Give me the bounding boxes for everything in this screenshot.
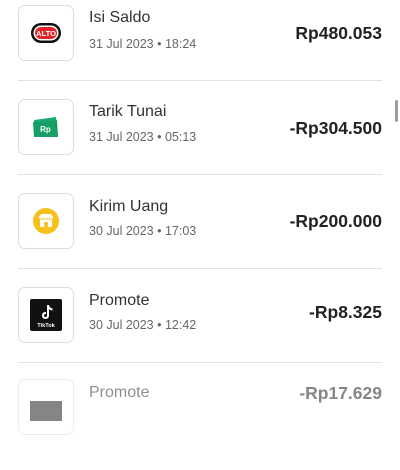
svg-text:TikTok: TikTok xyxy=(37,323,55,329)
transaction-amount: -Rp8.325 xyxy=(309,302,382,322)
transaction-title: Kirim Uang xyxy=(89,198,169,215)
transaction-title: Isi Saldo xyxy=(89,9,151,26)
transaction-amount: -Rp200.000 xyxy=(289,211,382,231)
divider xyxy=(18,80,382,81)
transaction-icon-box: ALTO xyxy=(18,5,74,61)
divider xyxy=(18,174,382,175)
transaction-time: 30 Jul 2023 • 12:42 xyxy=(89,318,197,332)
divider xyxy=(18,268,382,269)
scrollbar-thumb[interactable] xyxy=(395,100,398,122)
transaction-title: Promote xyxy=(89,292,150,309)
transaction-icon-box: TikTok xyxy=(18,287,74,343)
transaction-amount: Rp480.053 xyxy=(295,23,382,43)
divider xyxy=(18,362,382,363)
transaction-time: 31 Jul 2023 • 05:13 xyxy=(89,130,197,144)
transaction-time: 30 Jul 2023 • 17:03 xyxy=(89,224,197,238)
transaction-row[interactable]: Promote -Rp17.629 xyxy=(0,376,400,470)
transaction-title: Promote xyxy=(89,384,150,401)
transaction-icon-box xyxy=(18,379,74,435)
transaction-title: Tarik Tunai xyxy=(89,103,167,120)
store-icon xyxy=(33,208,59,234)
svg-text:Rp: Rp xyxy=(40,125,51,134)
cash-withdraw-icon: Rp xyxy=(33,117,58,137)
transaction-icon-box: Rp xyxy=(18,99,74,155)
transaction-amount: -Rp17.629 xyxy=(299,383,382,403)
transaction-icon-box xyxy=(18,193,74,249)
transaction-amount: -Rp304.500 xyxy=(289,118,382,138)
svg-text:ALTO: ALTO xyxy=(36,29,56,38)
card-icon xyxy=(30,401,62,421)
transaction-time: 31 Jul 2023 • 18:24 xyxy=(89,37,197,51)
alto-icon: ALTO xyxy=(31,23,61,43)
tiktok-icon: TikTok xyxy=(30,299,62,331)
